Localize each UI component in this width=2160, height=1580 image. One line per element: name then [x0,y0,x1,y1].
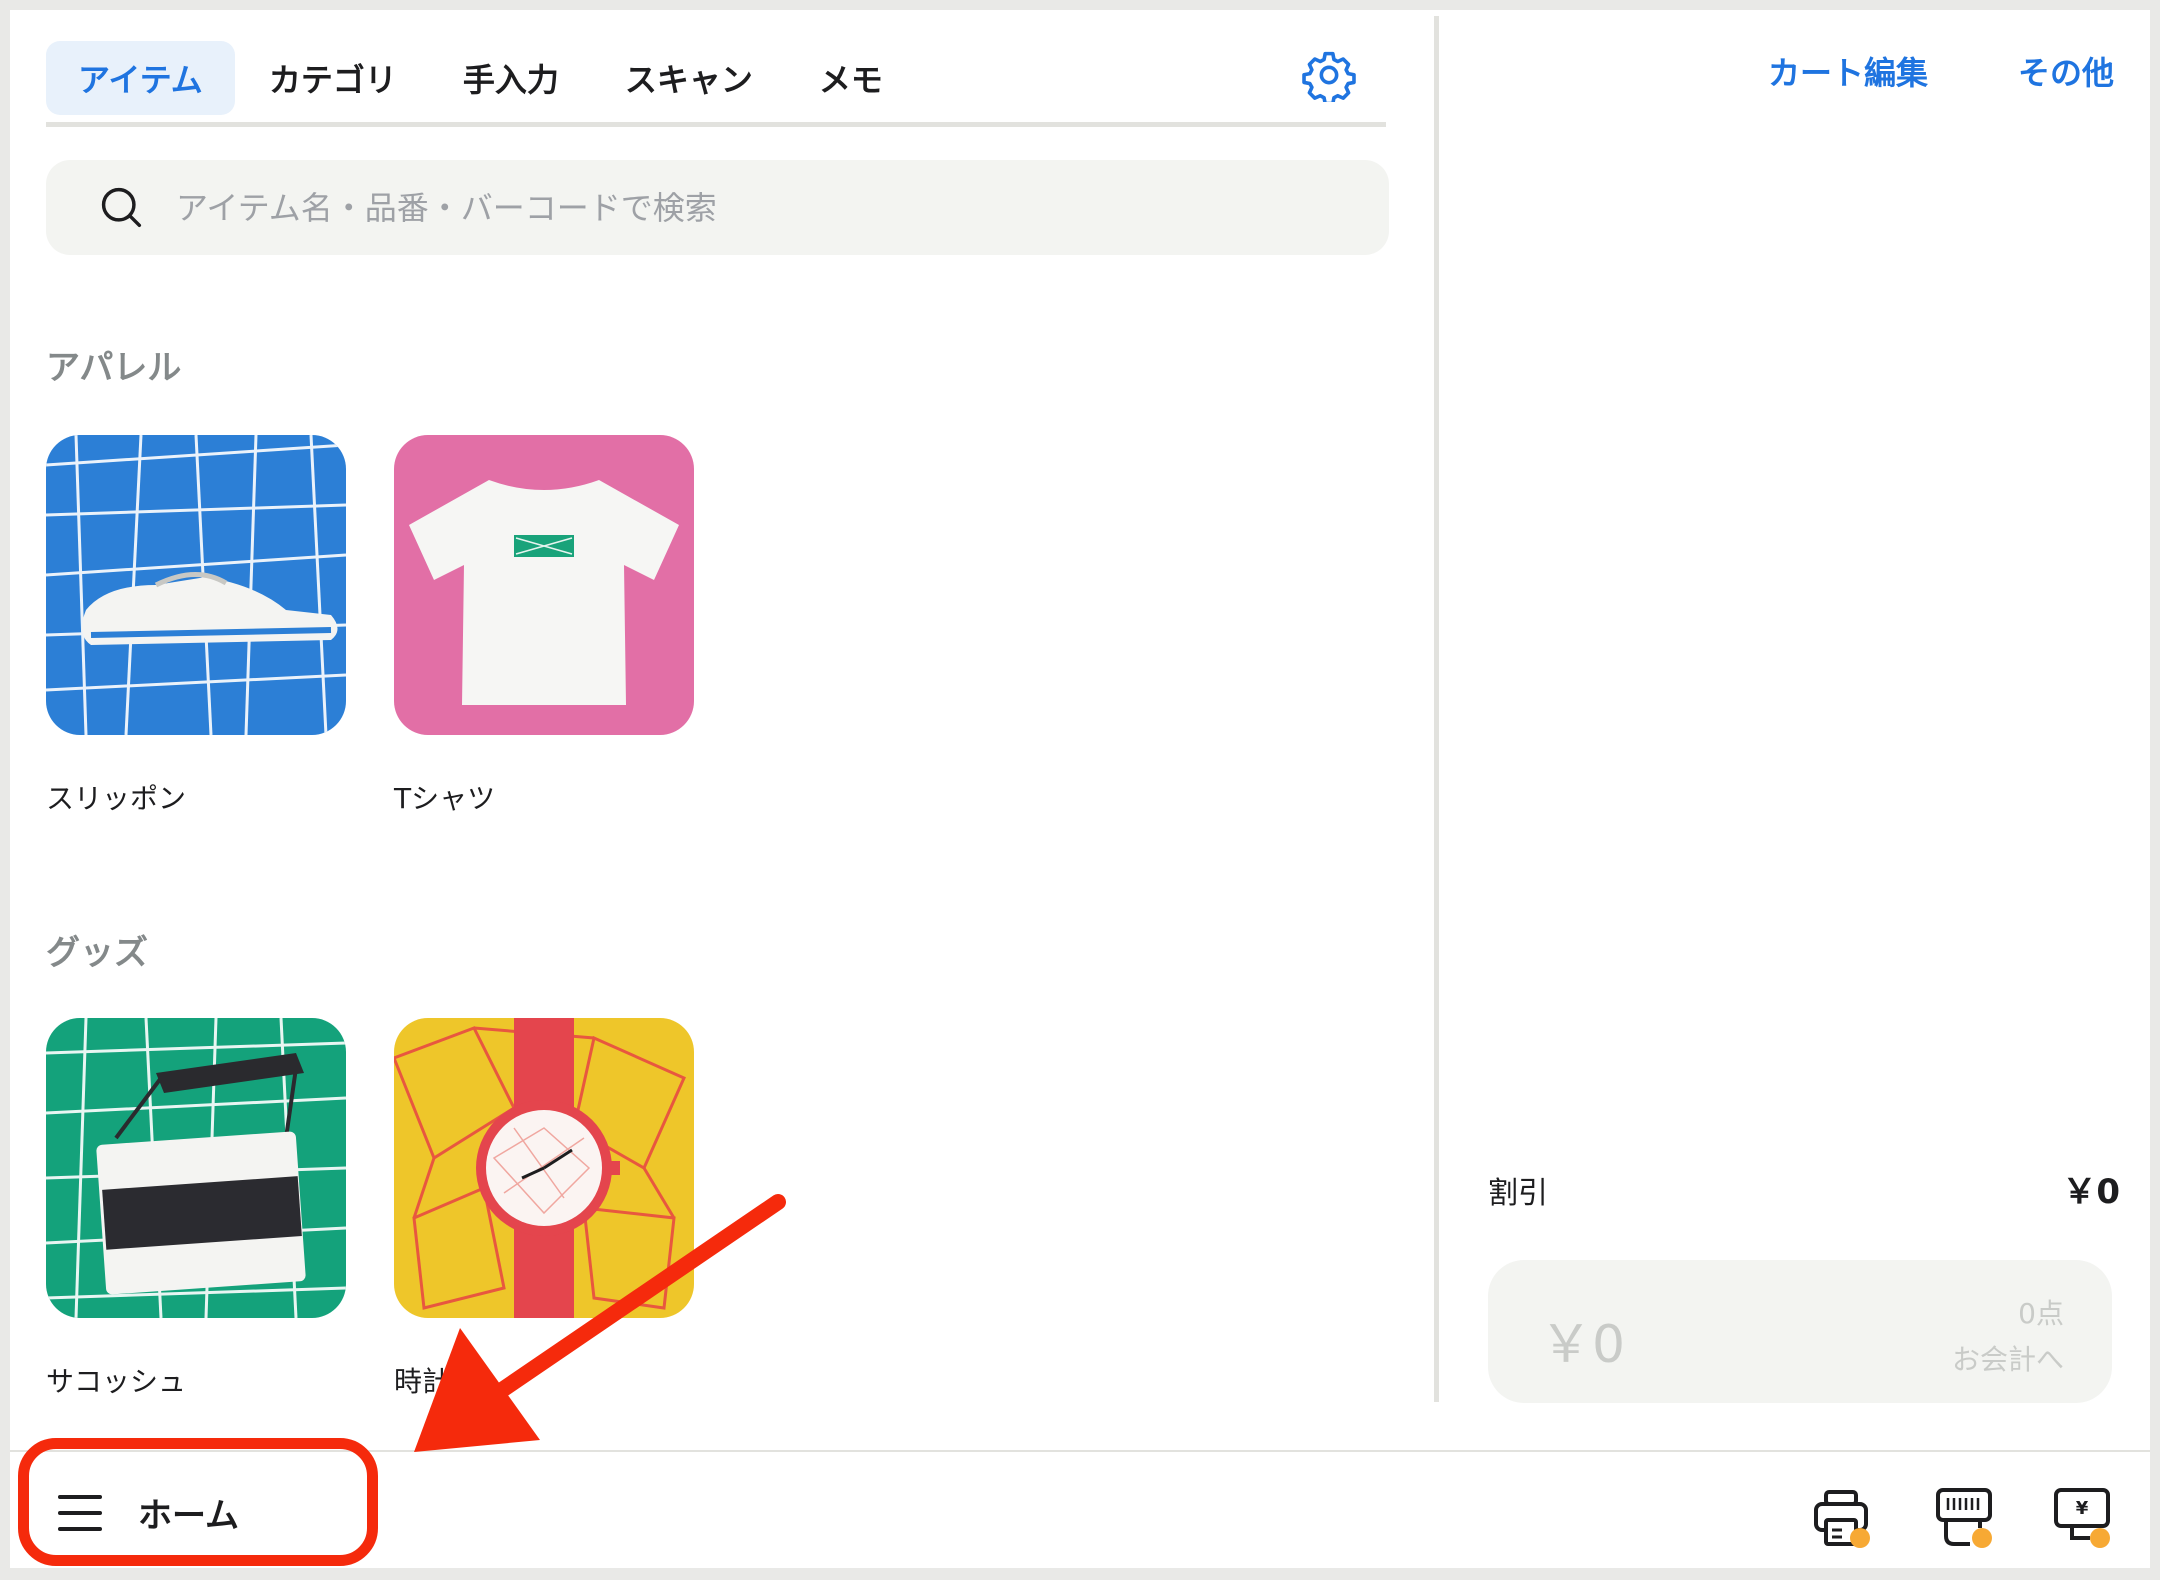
item-thumbnail [394,435,694,735]
item-thumbnail [46,1018,346,1318]
item-tile-sacoche[interactable]: サコッシュ [46,1018,346,1400]
tab-items[interactable]: アイテム [46,41,235,115]
tshirt-image [394,435,694,735]
checkout-item-count: 0点 [2018,1297,2064,1330]
tab-scan[interactable]: スキャン [593,41,785,115]
tab-bar: アイテム カテゴリ 手入力 スキャン メモ [46,35,1386,121]
item-label: Tシャツ [394,782,496,815]
section-title-apparel: アパレル [46,348,182,388]
tab-underline [46,122,1386,127]
tab-memo[interactable]: メモ [787,41,915,115]
item-thumbnail [46,435,346,735]
item-label: スリッポン [46,782,187,815]
annotation-arrow-icon [414,1194,786,1452]
tab-manual-entry[interactable]: 手入力 [431,41,591,115]
checkout-button[interactable]: ￥0 0点 お会計へ [1488,1260,2112,1403]
discount-value: ￥0 [2062,1172,2120,1212]
item-tile-slipon[interactable]: スリッポン [46,435,346,817]
search-icon [101,187,142,227]
item-label: サコッシュ [46,1365,187,1398]
gear-icon[interactable] [1302,48,1356,102]
annotation-highlight-box [18,1438,378,1566]
window-frame-bottom [0,1568,2160,1580]
checkout-total: ￥0 [1540,1315,1626,1375]
slipon-image [46,435,346,735]
window-frame-left [0,0,10,1580]
window-frame-right [2150,0,2160,1580]
pane-divider [1434,16,1439,1402]
sacoche-image [46,1018,346,1318]
section-title-goods: グッズ [46,933,148,973]
search-bar[interactable] [46,160,1389,255]
cash-drawer-icon[interactable]: ¥ [2050,1486,2116,1550]
card-reader-icon[interactable] [1932,1486,1998,1550]
item-tile-tshirt[interactable]: Tシャツ [394,435,694,817]
cart-edit-button[interactable]: カート編集 [1768,48,1928,94]
search-input[interactable] [174,187,1278,228]
window-frame-top [0,0,2160,10]
svg-text:¥: ¥ [2076,1498,2089,1519]
more-button[interactable]: その他 [2018,48,2114,94]
discount-label: 割引 [1488,1176,1548,1211]
tab-categories[interactable]: カテゴリ [237,41,429,115]
checkout-label: お会計へ [1951,1343,2064,1376]
printer-icon[interactable] [1810,1486,1876,1550]
